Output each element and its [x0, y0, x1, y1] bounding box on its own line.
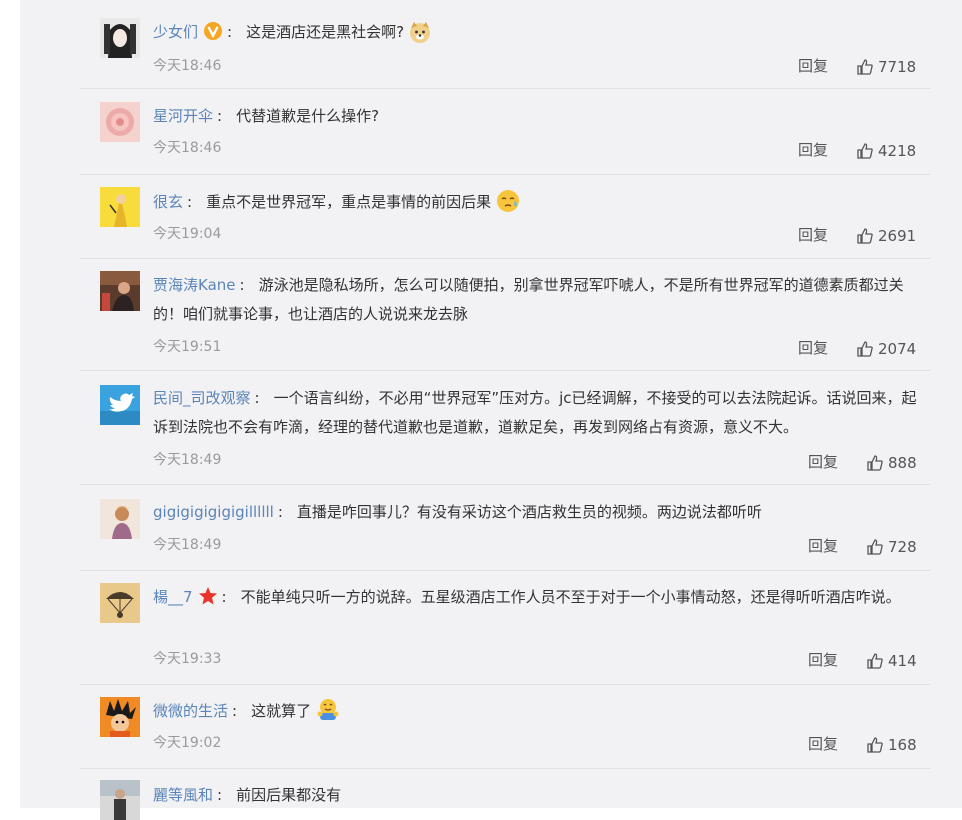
like-button[interactable]: 2074 — [856, 339, 916, 359]
comment-text: 游泳池是隐私场所，怎么可以随便拍，别拿世界冠军吓唬人，不是所有世界冠军的道德素质… — [153, 276, 904, 323]
avatar[interactable] — [100, 18, 140, 58]
thumbs-up-icon — [857, 143, 873, 159]
comment-item: 星河开伞: 代替道歉是什么操作? 今天18:46 回复 4218 — [80, 88, 930, 175]
comment-content: 微微的生活: 这就算了 — [153, 697, 924, 733]
comment-text: 代替道歉是什么操作? — [236, 107, 380, 125]
thumbs-up-icon — [867, 653, 883, 669]
reply-button[interactable]: 回复 — [808, 650, 838, 670]
comment-time: 今天19:51 — [153, 339, 222, 355]
comment-text: 前因后果都没有 — [236, 786, 342, 804]
reply-button[interactable]: 回复 — [808, 734, 838, 754]
comment-time: 今天18:49 — [153, 452, 222, 468]
reply-button[interactable]: 回复 — [808, 452, 838, 472]
thumbs-up-icon — [867, 539, 883, 555]
hug-emoji-icon — [315, 697, 341, 733]
comment-item: 民间_司改观察: 一个语言纠纷，不必用“世界冠军”压对方。jc已经调解，不接受的可… — [80, 370, 930, 485]
thumbs-up-icon — [857, 228, 873, 244]
like-count: 7718 — [878, 58, 917, 76]
thumbs-up-icon — [857, 59, 873, 75]
username-link[interactable]: 贾海涛Kane — [153, 276, 236, 294]
username-link[interactable]: 微微的生活 — [153, 702, 228, 720]
username-link[interactable]: gigigigigigigillllll — [153, 503, 274, 521]
avatar[interactable] — [100, 697, 140, 737]
like-button[interactable]: 7718 — [856, 57, 916, 77]
sweat-face-emoji-icon — [495, 188, 521, 224]
avatar[interactable] — [100, 187, 140, 227]
comment-item: 微微的生活: 这就算了 今天19:02 回复 168 — [80, 684, 930, 769]
comment-item: 很玄: 重点不是世界冠军，重点是事情的前因后果 今天19:04 回复 2691 — [80, 174, 930, 259]
comment-time: 今天18:46 — [153, 58, 222, 74]
thumbs-up-icon — [867, 455, 883, 471]
username-link[interactable]: 少女们 — [153, 23, 198, 41]
comment-time: 今天19:33 — [153, 651, 222, 667]
comment-text: 不能单纯只听一方的说辞。五星级酒店工作人员不至于对于一个小事情动怒，还是得听听酒… — [240, 588, 901, 606]
username-link[interactable]: 麗等風和 — [153, 786, 213, 804]
avatar[interactable] — [100, 583, 140, 623]
username-link[interactable]: 很玄 — [153, 193, 183, 211]
avatar[interactable] — [100, 499, 140, 539]
comment-content: gigigigigigigillllll: 直播是咋回事儿？有没有采访这个酒店救生… — [153, 503, 762, 521]
avatar[interactable] — [100, 385, 140, 425]
comment-time: 今天18:46 — [153, 140, 222, 156]
comment-content: 楊__7: 不能单纯只听一方的说辞。五星级酒店工作人员不至于对于一个小事情动怒，还… — [153, 583, 924, 616]
comment-text: 一个语言纠纷，不必用“世界冠军”压对方。jc已经调解，不接受的可以去法院起诉。话… — [153, 389, 917, 436]
comment-text: 重点不是世界冠军，重点是事情的前因后果 — [206, 193, 492, 211]
username-link[interactable]: 民间_司改观察 — [153, 389, 251, 407]
star-icon — [198, 586, 218, 616]
like-button[interactable]: 414 — [866, 651, 917, 671]
thumbs-up-icon — [867, 737, 883, 753]
avatar[interactable] — [100, 780, 140, 820]
comment-content: 麗等風和: 前因后果都没有 — [153, 786, 342, 804]
reply-button[interactable]: 回复 — [798, 338, 828, 358]
doge-emoji-icon — [408, 20, 432, 54]
avatar[interactable] — [100, 271, 140, 311]
reply-button[interactable]: 回复 — [798, 225, 828, 245]
v-icon — [203, 21, 223, 51]
comment-item: 麗等風和: 前因后果都没有 — [80, 768, 930, 820]
username-link[interactable]: 星河开伞 — [153, 107, 213, 125]
avatar[interactable] — [100, 102, 140, 142]
comment-item: 楊__7: 不能单纯只听一方的说辞。五星级酒店工作人员不至于对于一个小事情动怒，还… — [80, 570, 930, 685]
like-count: 4218 — [878, 142, 917, 160]
comment-content: 贾海涛Kane: 游泳池是隐私场所，怎么可以随便拍，别拿世界冠军吓唬人，不是所有世… — [153, 276, 904, 323]
like-count: 2691 — [878, 227, 917, 245]
reply-button[interactable]: 回复 — [798, 140, 828, 160]
like-button[interactable]: 168 — [866, 735, 917, 755]
like-button[interactable]: 2691 — [856, 226, 916, 246]
reply-button[interactable]: 回复 — [798, 56, 828, 76]
like-button[interactable]: 888 — [866, 453, 917, 473]
comment-time: 今天18:49 — [153, 537, 222, 553]
comment-item: 贾海涛Kane: 游泳池是隐私场所，怎么可以随便拍，别拿世界冠军吓唬人，不是所有世… — [80, 258, 930, 371]
like-count: 414 — [888, 652, 917, 670]
comment-text: 这是酒店还是黑社会啊? — [246, 23, 405, 41]
like-count: 2074 — [878, 340, 917, 358]
username-link[interactable]: 楊__7 — [153, 588, 193, 606]
comment-time: 今天19:04 — [153, 226, 222, 242]
reply-button[interactable]: 回复 — [808, 536, 838, 556]
comment-text: 直播是咋回事儿？有没有采访这个酒店救生员的视频。两边说法都听听 — [296, 503, 762, 521]
comment-content: 少女们: 这是酒店还是黑社会啊? — [153, 18, 924, 54]
comment-time: 今天19:02 — [153, 735, 222, 751]
comment-item: gigigigigigigillllll: 直播是咋回事儿？有没有采访这个酒店救生… — [80, 484, 930, 571]
comment-content: 很玄: 重点不是世界冠军，重点是事情的前因后果 — [153, 188, 924, 224]
comment-text: 这就算了 — [251, 702, 312, 720]
like-count: 728 — [888, 538, 917, 556]
like-button[interactable]: 728 — [866, 537, 917, 557]
like-count: 888 — [888, 454, 917, 472]
comment-content: 民间_司改观察: 一个语言纠纷，不必用“世界冠军”压对方。jc已经调解，不接受的可… — [153, 389, 917, 436]
thumbs-up-icon — [857, 341, 873, 357]
comment-item: 少女们: 这是酒店还是黑社会啊? 今天18:46 回复 7718 — [80, 0, 930, 89]
like-count: 168 — [888, 736, 917, 754]
comment-content: 星河开伞: 代替道歉是什么操作? — [153, 107, 380, 125]
like-button[interactable]: 4218 — [856, 141, 916, 161]
